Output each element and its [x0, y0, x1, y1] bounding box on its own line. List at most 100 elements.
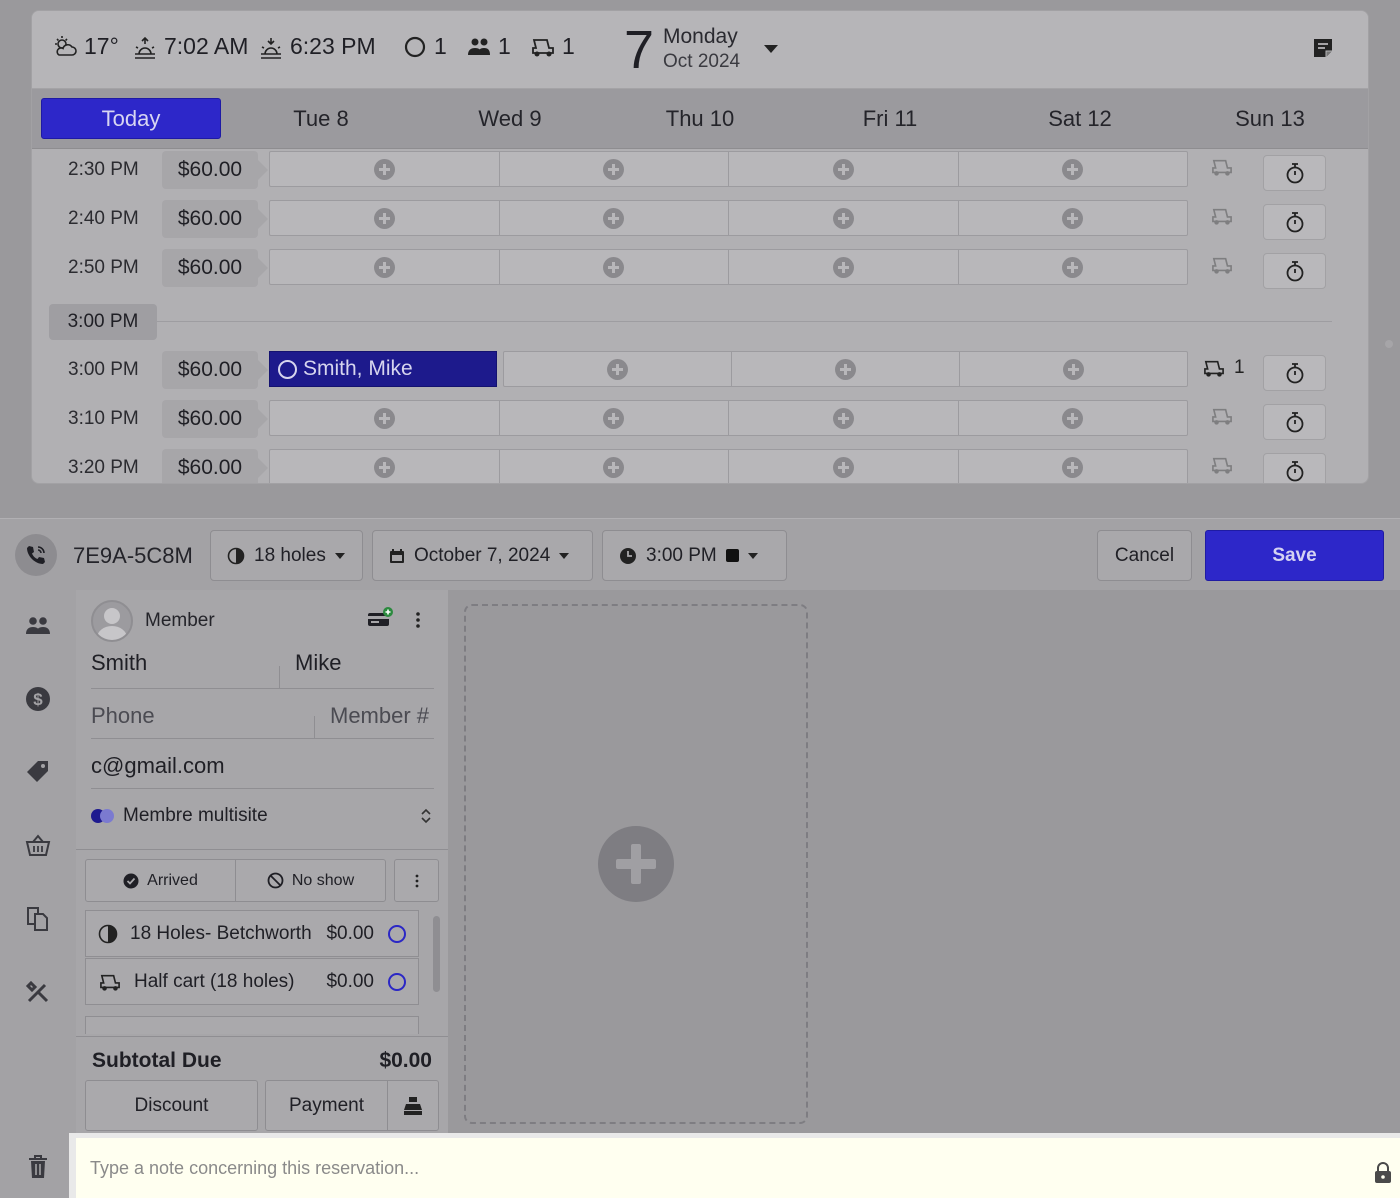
timer-button[interactable] [1263, 453, 1326, 483]
booked-player-slot[interactable]: Smith, Mike [269, 351, 497, 387]
scroll-indicator[interactable] [1385, 340, 1393, 348]
add-player-slot[interactable] [500, 401, 729, 435]
no-show-button[interactable]: No show [235, 860, 385, 901]
lock-icon[interactable] [1374, 1162, 1392, 1184]
add-player-slot[interactable] [500, 450, 729, 483]
holes-dropdown[interactable]: 18 holes [210, 530, 363, 581]
timer-button[interactable] [1263, 404, 1326, 440]
cancel-button[interactable]: Cancel [1097, 530, 1192, 581]
add-icon [373, 456, 395, 478]
item-status-ring-icon[interactable] [388, 972, 406, 991]
discount-button[interactable]: Discount [85, 1080, 258, 1131]
add-player-slot[interactable] [960, 352, 1187, 386]
tab-wed-9[interactable]: Wed 9 [421, 89, 599, 149]
scrollbar[interactable] [433, 916, 440, 992]
add-player-slot[interactable] [732, 352, 960, 386]
stopwatch-icon [1286, 412, 1303, 433]
membership-value: Membre multisite [123, 805, 268, 826]
reservation-counter: 1 [402, 33, 447, 60]
current-month-year[interactable]: Oct 2024 [663, 51, 740, 73]
add-player-slot[interactable] [959, 201, 1188, 235]
add-player-slot[interactable] [959, 152, 1188, 186]
membership-select[interactable]: Membre multisite [91, 805, 434, 827]
status-more-button[interactable] [394, 859, 439, 902]
add-player-slot[interactable] [729, 401, 959, 435]
players-icon [26, 617, 50, 634]
golf-cart-icon [1204, 360, 1224, 377]
chevron-updown-icon[interactable] [420, 806, 432, 826]
temperature-value: 17° [84, 33, 119, 59]
delete-reservation-button[interactable] [24, 1153, 52, 1181]
add-player-slot[interactable] [500, 201, 729, 235]
tab-today[interactable]: Today [41, 98, 221, 139]
more-options-icon[interactable] [413, 610, 423, 630]
add-icon [603, 158, 625, 180]
pricing-tab[interactable]: $ [24, 685, 52, 713]
tab-tue-8[interactable]: Tue 8 [232, 89, 410, 149]
add-player-slot[interactable] [729, 450, 959, 483]
add-player-slot[interactable] [504, 352, 732, 386]
payment-button[interactable]: Payment [266, 1081, 388, 1130]
add-player-slot[interactable] [270, 401, 500, 435]
timer-button[interactable] [1263, 253, 1326, 289]
phone-field[interactable]: Phone [91, 703, 155, 729]
list-item[interactable]: 18 Holes- Betchworth $0.00 [85, 910, 419, 957]
tee-time-price: $60.00 [162, 449, 268, 483]
reservation-ring-icon [404, 36, 426, 57]
email-field[interactable]: c@gmail.com [91, 753, 225, 779]
add-player-card[interactable] [464, 604, 808, 1124]
trash-icon [29, 1155, 47, 1178]
tags-tab[interactable] [24, 758, 52, 786]
phone-booking-button[interactable] [15, 534, 57, 576]
first-name-field[interactable]: Mike [295, 650, 341, 676]
shop-tab[interactable] [24, 831, 52, 859]
add-player-slot[interactable] [500, 152, 729, 186]
time-dropdown[interactable]: 3:00 PM [602, 530, 787, 581]
item-name: 18 Holes- Betchworth [130, 922, 312, 944]
add-card-icon[interactable] [367, 606, 393, 628]
add-player-slot[interactable] [729, 201, 959, 235]
notes-icon[interactable] [1312, 37, 1334, 59]
add-player-slot[interactable] [959, 450, 1188, 483]
timer-button[interactable] [1263, 204, 1326, 240]
item-status-ring-icon[interactable] [388, 924, 406, 943]
note-input[interactable] [90, 1151, 1370, 1185]
documents-tab[interactable] [24, 905, 52, 933]
add-player-slot[interactable] [729, 152, 959, 186]
timer-button[interactable] [1263, 155, 1326, 191]
add-player-slot[interactable] [270, 201, 500, 235]
add-player-slot[interactable] [959, 401, 1188, 435]
subtotal-section: Subtotal Due $0.00 Discount Payment [76, 1036, 448, 1138]
tag-icon [27, 761, 48, 782]
players-tab[interactable] [24, 612, 52, 640]
timer-button[interactable] [1263, 355, 1326, 391]
member-number-field[interactable]: Member # [330, 703, 429, 729]
add-player-slot[interactable] [500, 250, 729, 284]
tab-fri-11[interactable]: Fri 11 [800, 89, 980, 149]
list-item[interactable] [85, 1016, 419, 1034]
tab-sat-12[interactable]: Sat 12 [990, 89, 1170, 149]
date-dropdown[interactable]: October 7, 2024 [372, 530, 593, 581]
item-name: Half cart (18 holes) [134, 970, 295, 992]
add-player-slot[interactable] [959, 250, 1188, 284]
tools-tab[interactable] [24, 978, 52, 1006]
tab-sun-13[interactable]: Sun 13 [1180, 89, 1360, 149]
save-button[interactable]: Save [1205, 530, 1384, 581]
cart-assignment[interactable]: 1 [1202, 357, 1245, 379]
tab-thu-10[interactable]: Thu 10 [610, 89, 790, 149]
cash-register-button[interactable] [388, 1081, 438, 1130]
add-player-slot[interactable] [270, 152, 500, 186]
sunrise-time: 7:02 AM [164, 33, 249, 59]
add-icon [832, 158, 854, 180]
current-day-number[interactable]: 7 [624, 23, 654, 77]
add-player-slot[interactable] [270, 250, 500, 284]
last-name-field[interactable]: Smith [91, 650, 147, 676]
date-picker-caret-icon[interactable] [764, 45, 778, 53]
add-player-slot[interactable] [270, 450, 500, 483]
list-item[interactable]: Half cart (18 holes) $0.00 [85, 958, 419, 1005]
day-tabs: Today Tue 8 Wed 9 Thu 10 Fri 11 Sat 12 S… [32, 89, 1368, 149]
add-player-slot[interactable] [729, 250, 959, 284]
avatar[interactable] [91, 600, 133, 642]
arrived-button[interactable]: Arrived [86, 860, 235, 901]
current-day-name[interactable]: Monday [663, 25, 738, 49]
